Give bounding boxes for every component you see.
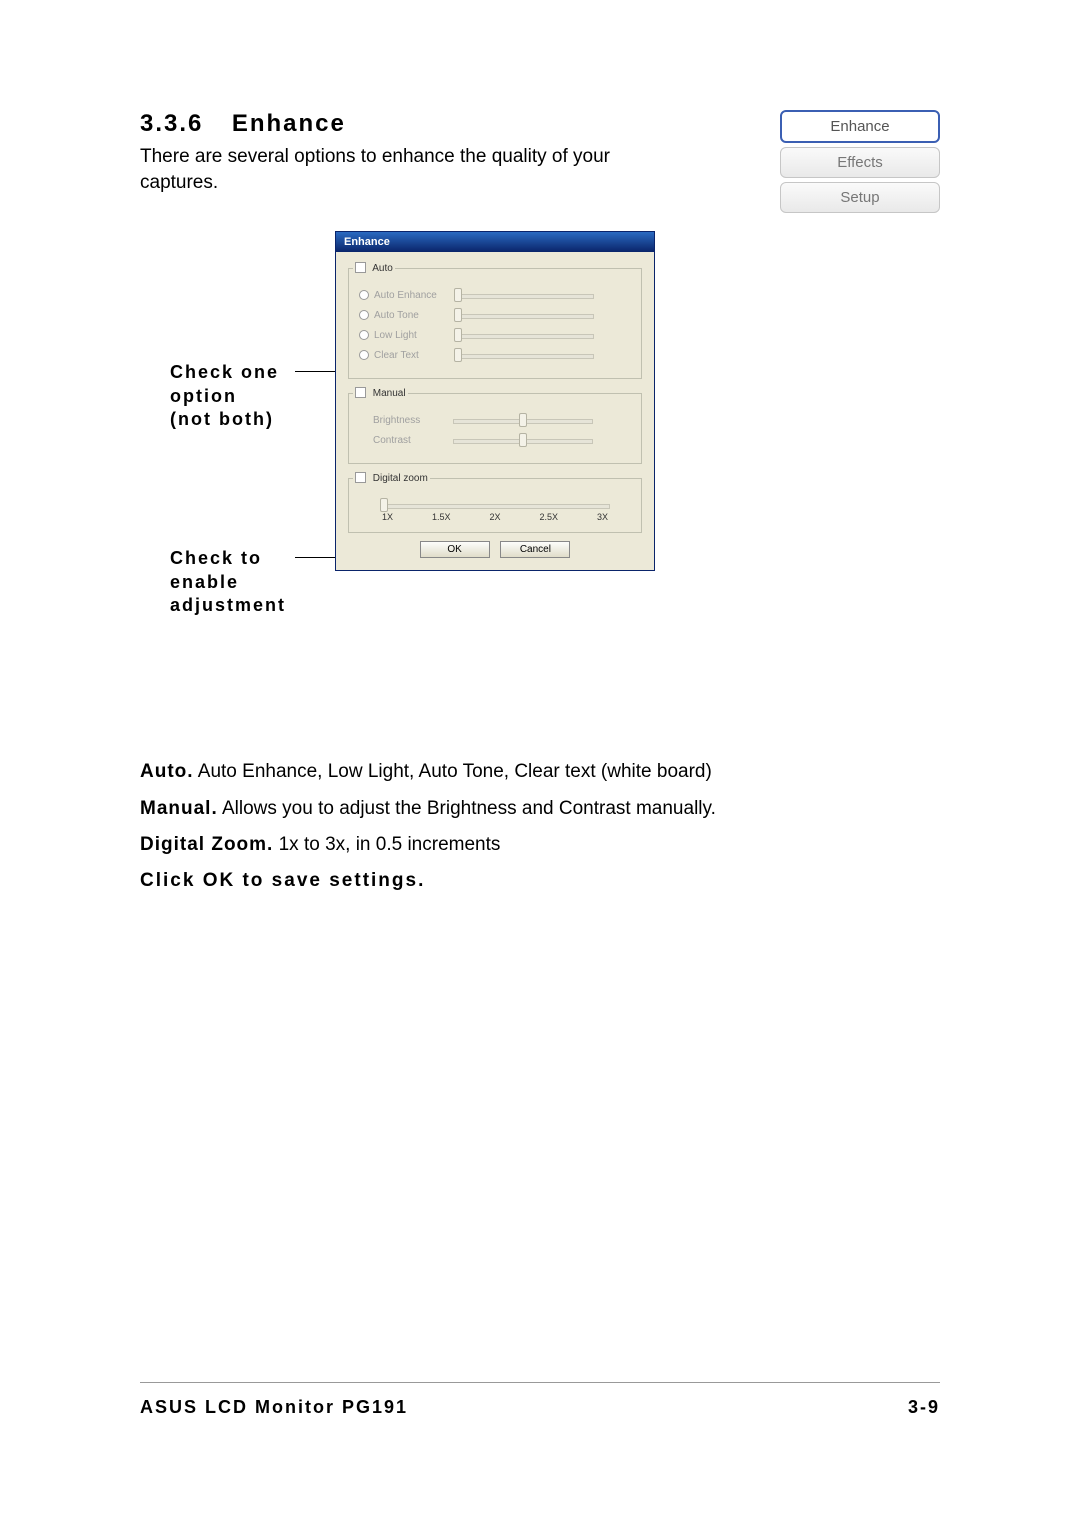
- group-zoom-legend: Digital zoom: [353, 472, 430, 484]
- page-footer: ASUS LCD Monitor PG191 3-9: [140, 1382, 940, 1418]
- label-auto-enhance: Auto Enhance: [374, 290, 454, 301]
- section-title: Enhance: [232, 110, 346, 138]
- desc-manual-bold: Manual.: [140, 798, 218, 819]
- slider-digital-zoom[interactable]: [380, 498, 610, 512]
- group-manual-legend: Manual: [353, 387, 408, 399]
- group-digital-zoom: Digital zoom 1X 1.5X 2X 2.5X 3X: [348, 472, 642, 533]
- tab-setup[interactable]: Setup: [780, 182, 940, 213]
- zoom-tick-25x: 2.5X: [539, 512, 558, 522]
- desc-zoom-bold: Digital Zoom.: [140, 834, 273, 855]
- footer-page: 3-9: [908, 1397, 940, 1418]
- desc-auto-text: Auto Enhance, Low Light, Auto Tone, Clea…: [198, 761, 712, 782]
- cancel-button[interactable]: Cancel: [500, 541, 570, 558]
- slider-contrast[interactable]: [453, 433, 593, 447]
- dialog-title: Enhance: [336, 232, 654, 252]
- group-zoom-label: Digital zoom: [373, 473, 428, 484]
- zoom-tick-2x: 2X: [489, 512, 500, 522]
- group-auto-legend: Auto: [353, 262, 395, 274]
- callout-check-one: Check one option (not both): [170, 361, 279, 431]
- desc-auto-bold: Auto.: [140, 761, 194, 782]
- slider-low-light[interactable]: [454, 328, 594, 342]
- zoom-tick-3x: 3X: [597, 512, 608, 522]
- desc-manual-text: Allows you to adjust the Brightness and …: [222, 798, 716, 819]
- checkbox-auto[interactable]: [355, 262, 366, 273]
- group-manual-label: Manual: [373, 388, 406, 399]
- radio-low-light[interactable]: [359, 330, 369, 340]
- tab-enhance[interactable]: Enhance: [780, 110, 940, 143]
- slider-clear-text[interactable]: [454, 348, 594, 362]
- desc-save: Click OK to save settings.: [140, 866, 940, 896]
- description-block: Auto. Auto Enhance, Low Light, Auto Tone…: [140, 757, 940, 897]
- slider-auto-enhance[interactable]: [454, 288, 594, 302]
- enhance-dialog: Enhance Auto Auto Enhance Auto Tone: [335, 231, 655, 571]
- label-clear-text: Clear Text: [374, 350, 454, 361]
- slider-brightness[interactable]: [453, 413, 593, 427]
- checkbox-digital-zoom[interactable]: [355, 472, 366, 483]
- radio-clear-text[interactable]: [359, 350, 369, 360]
- slider-auto-tone[interactable]: [454, 308, 594, 322]
- section-number: 3.3.6: [140, 110, 203, 138]
- zoom-tick-1x: 1X: [382, 512, 393, 522]
- zoom-tick-15x: 1.5X: [432, 512, 451, 522]
- callout-check-enable: Check to enable adjustment: [170, 547, 286, 617]
- label-auto-tone: Auto Tone: [374, 310, 454, 321]
- footer-product: ASUS LCD Monitor PG191: [140, 1397, 408, 1418]
- intro-text: There are several options to enhance the…: [140, 144, 640, 195]
- label-brightness: Brightness: [373, 415, 453, 426]
- radio-auto-enhance[interactable]: [359, 290, 369, 300]
- label-contrast: Contrast: [373, 435, 453, 446]
- desc-zoom-text: 1x to 3x, in 0.5 increments: [279, 834, 501, 855]
- radio-auto-tone[interactable]: [359, 310, 369, 320]
- label-low-light: Low Light: [374, 330, 454, 341]
- side-tab-group: Enhance Effects Setup: [780, 110, 940, 217]
- group-auto-label: Auto: [372, 263, 393, 274]
- checkbox-manual[interactable]: [355, 387, 366, 398]
- group-auto: Auto Auto Enhance Auto Tone Low: [348, 262, 642, 379]
- group-manual: Manual Brightness Contrast: [348, 387, 642, 464]
- tab-effects[interactable]: Effects: [780, 147, 940, 178]
- ok-button[interactable]: OK: [420, 541, 490, 558]
